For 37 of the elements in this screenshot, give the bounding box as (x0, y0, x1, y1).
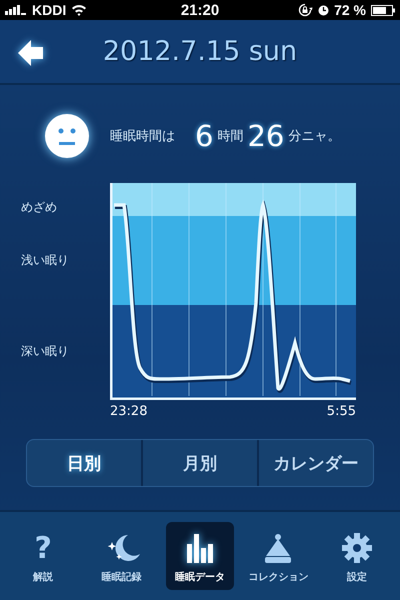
tab-label: 設定 (346, 570, 367, 584)
segment-tab[interactable]: 月別 (141, 440, 257, 486)
hours-unit: 時間 (217, 128, 244, 145)
tab-bar-item[interactable]: 設定 (322, 522, 391, 590)
tab-bar-item[interactable]: 睡眠データ (166, 522, 234, 590)
carrier-name: KDDI (32, 2, 66, 18)
battery-percent: 72 % (334, 2, 366, 18)
segment-tab[interactable]: カレンダー (257, 440, 373, 486)
signal-icon (5, 5, 27, 15)
date-title: 2012.7.15 sun (102, 36, 298, 67)
tab-label: 睡眠データ (174, 570, 225, 584)
stage-label: 浅い眠り (20, 252, 70, 269)
rotation-lock-icon (298, 3, 314, 17)
sleep-time-label: 睡眠時間は (110, 128, 175, 145)
tab-bar-item[interactable]: 睡眠記録 (88, 522, 156, 590)
end-time: 5:55 (326, 404, 356, 419)
settings-icon (340, 532, 373, 564)
tab-label: 解説 (33, 570, 54, 584)
tab-label: 睡眠記録 (102, 570, 142, 584)
tab-bar-item[interactable]: ? 解説 (9, 522, 78, 590)
stage-label: めざめ (20, 199, 58, 216)
clock-icon (318, 4, 330, 16)
neutral-face-icon (44, 113, 90, 159)
help-icon: ? (34, 534, 52, 564)
stage-label: 深い眠り (20, 343, 70, 360)
clock-time: 21:20 (180, 2, 220, 18)
cap-icon (263, 532, 294, 564)
minutes-unit: 分ニャ。 (288, 128, 340, 145)
segment-tab[interactable]: 日別 (27, 440, 141, 486)
start-time: 23:28 (110, 404, 148, 419)
tab-bar-item[interactable]: コレクション (244, 522, 312, 590)
tab-label: コレクション (248, 571, 308, 584)
wifi-icon (71, 4, 88, 16)
back-arrow-icon[interactable] (17, 39, 45, 67)
battery-icon (371, 4, 395, 16)
minutes-value: 26 (247, 119, 284, 153)
hours-value: 6 (195, 119, 214, 153)
